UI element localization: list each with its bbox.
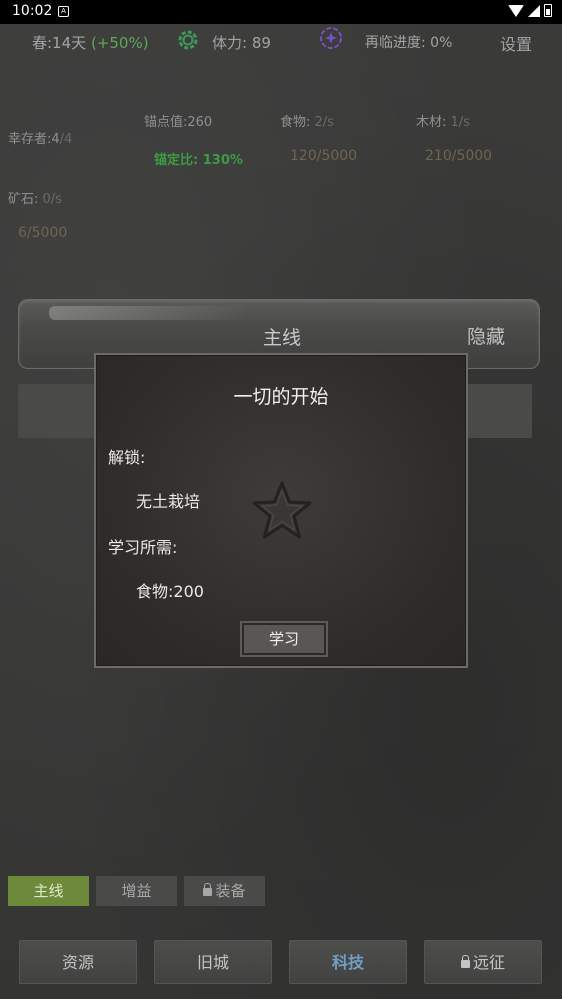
- unlock-value: 无土栽培: [136, 492, 201, 511]
- ore-capacity: 6/5000: [18, 225, 68, 241]
- portal-icon[interactable]: [318, 25, 344, 51]
- learn-button[interactable]: 学习: [240, 621, 328, 657]
- lock-icon: [460, 955, 470, 968]
- tab-main-quest[interactable]: 主线: [8, 876, 89, 906]
- survivors: 幸存者:4/4: [8, 132, 73, 147]
- nav-technology[interactable]: 科技: [289, 940, 407, 984]
- stamina: 体力: 89: [212, 34, 271, 52]
- clock: 10:02: [12, 3, 53, 19]
- ore-rate: 矿石: 0/s: [8, 192, 62, 207]
- season-day: 春:14天 (+50%): [32, 34, 149, 52]
- settings-button[interactable]: 设置: [500, 31, 532, 55]
- tab-equipment-label: 装备: [215, 882, 246, 900]
- requirement-label: 学习所需:: [108, 538, 178, 557]
- tech-dialog: 一切的开始 解锁: 无土栽培 学习所需: 食物:200 学习: [94, 353, 468, 668]
- nav-expedition[interactable]: 远征: [424, 940, 542, 984]
- notification-icon: A: [58, 6, 69, 17]
- wood-rate: 木材: 1/s: [416, 115, 470, 130]
- anchor-value: 锚点值:260: [144, 115, 213, 130]
- nav-resources[interactable]: 资源: [19, 940, 137, 984]
- hide-button[interactable]: 隐藏: [467, 322, 505, 349]
- food-capacity: 120/5000: [290, 148, 358, 164]
- top-bar: 春:14天 (+50%) 体力: 89 再临进度: 0% 设置: [0, 24, 562, 58]
- nav-expedition-label: 远征: [472, 953, 505, 972]
- wood-capacity: 210/5000: [425, 148, 493, 164]
- unlock-label: 解锁:: [108, 448, 146, 467]
- lock-icon: [203, 883, 213, 896]
- star-icon: [252, 481, 312, 539]
- status-bar: 10:02 A: [0, 0, 562, 24]
- nav-old-city[interactable]: 旧城: [154, 940, 272, 984]
- rebirth-progress: 再临进度: 0%: [365, 35, 453, 51]
- gear-icon[interactable]: [176, 28, 200, 52]
- learn-button-label: 学习: [244, 625, 324, 653]
- signal-icon: [528, 4, 540, 17]
- anchor-ratio: 锚定比: 130%: [154, 153, 243, 168]
- battery-icon: [544, 4, 552, 17]
- tab-equipment[interactable]: 装备: [184, 876, 265, 906]
- wifi-icon: [508, 4, 524, 17]
- tab-buffs[interactable]: 增益: [96, 876, 177, 906]
- main-quest-title: 主线: [263, 327, 302, 349]
- header-decoration: [49, 306, 249, 320]
- requirement-value: 食物:200: [136, 582, 204, 601]
- food-rate: 食物: 2/s: [280, 115, 334, 130]
- dialog-title: 一切的开始: [233, 386, 329, 408]
- season-bonus: (+50%): [90, 34, 149, 52]
